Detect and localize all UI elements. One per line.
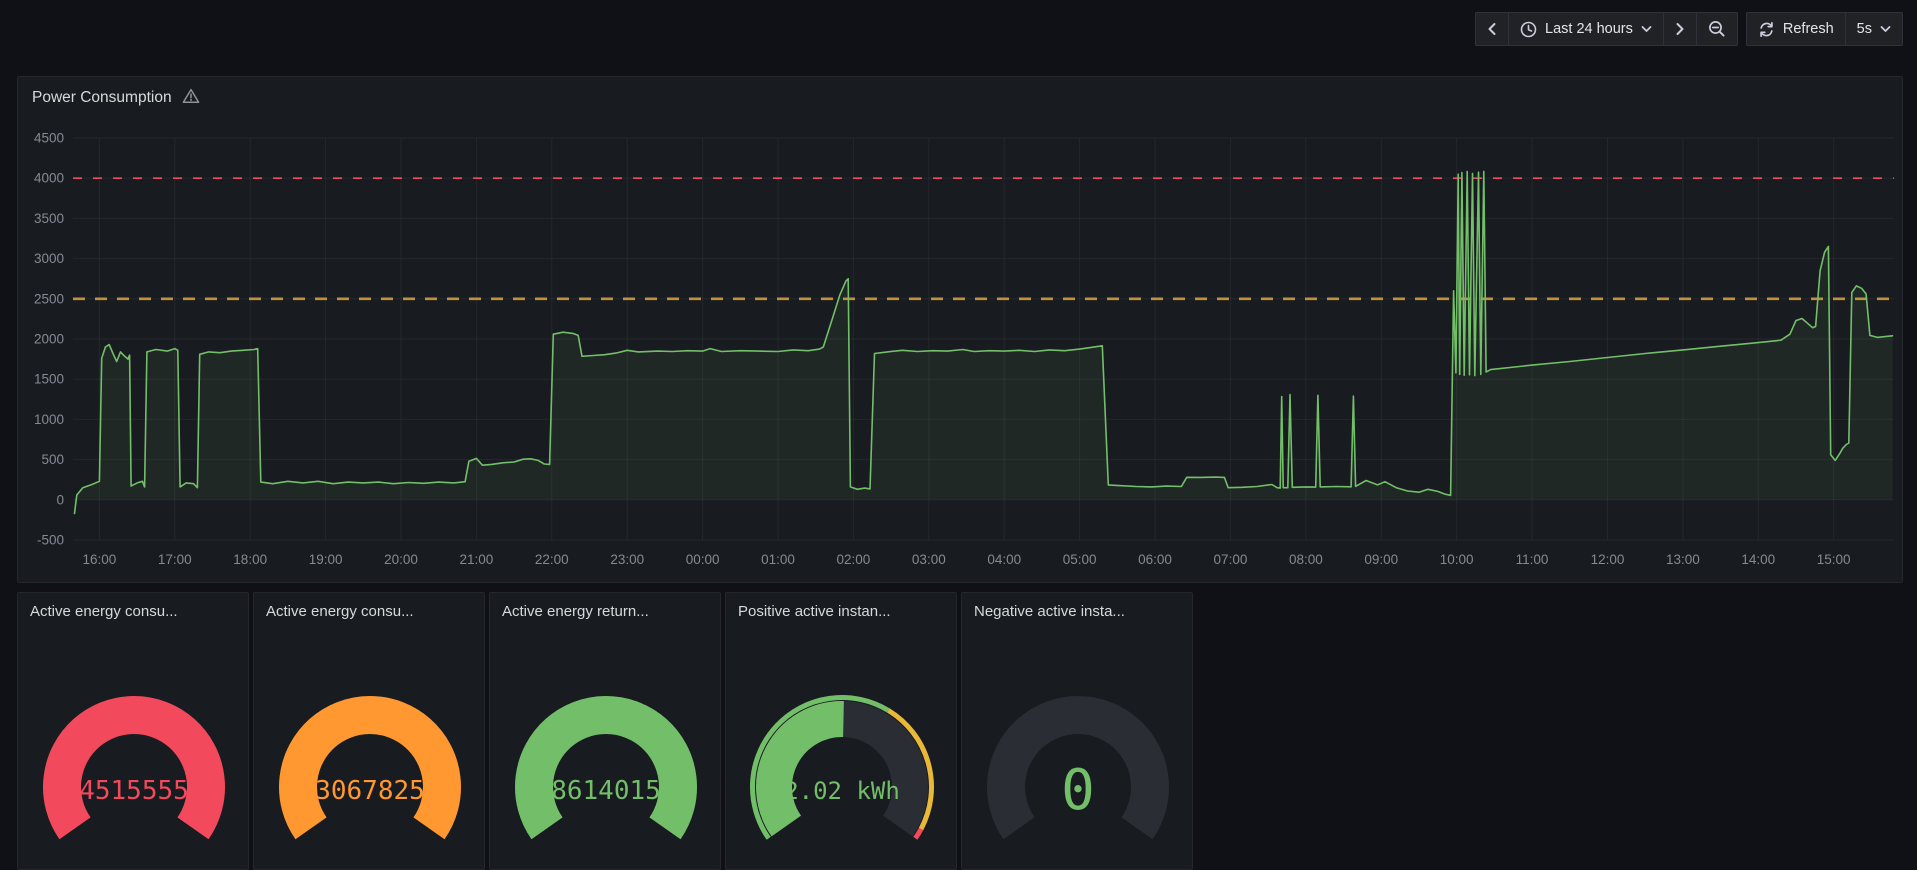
refresh-sync-icon	[1758, 21, 1775, 38]
svg-text:3500: 3500	[34, 211, 64, 226]
svg-text:4000: 4000	[34, 171, 64, 186]
svg-text:13:00: 13:00	[1666, 552, 1700, 567]
gauge-panel-title[interactable]: Positive active instan...	[726, 593, 956, 620]
gauge-panel-4: Negative active insta... 0	[961, 592, 1193, 870]
gauge-chart: 0	[987, 696, 1169, 840]
svg-text:14:00: 14:00	[1741, 552, 1775, 567]
gauge-value: 8614015	[551, 776, 661, 806]
svg-text:00:00: 00:00	[686, 552, 720, 567]
y-axis-tick-labels: 4500 4000 3500 3000 2500 2000 1500 1000 500 0 -500	[34, 131, 64, 548]
gauge-panel-2: Active energy return... 8614015	[489, 592, 721, 870]
gauge-value: 4515555	[79, 776, 189, 806]
gauge-value: 0	[1061, 758, 1095, 823]
refresh-label: Refresh	[1782, 21, 1834, 37]
svg-text:06:00: 06:00	[1138, 552, 1172, 567]
time-controls-group: Last 24 hours	[1475, 12, 1738, 46]
magnifier-minus-icon	[1708, 20, 1726, 38]
gauge-value: 2.02 kWh	[784, 777, 900, 805]
svg-text:-500: -500	[37, 533, 64, 548]
gauge-chart: 3067825	[279, 696, 461, 840]
svg-text:20:00: 20:00	[384, 552, 418, 567]
refresh-interval-label: 5s	[1856, 21, 1872, 37]
svg-text:0: 0	[56, 492, 64, 507]
gauge-bar	[43, 696, 225, 840]
gauge-panel-title[interactable]: Active energy return...	[490, 593, 720, 620]
svg-text:21:00: 21:00	[460, 552, 494, 567]
svg-text:08:00: 08:00	[1289, 552, 1323, 567]
gauge-panel-title[interactable]: Active energy consu...	[254, 593, 484, 620]
gauge-panel-3: Positive active instan... 2.02 kWh	[725, 592, 957, 870]
svg-text:01:00: 01:00	[761, 552, 795, 567]
panel-header: Power Consumption	[18, 77, 1902, 111]
x-axis-tick-labels: 16:00 17:00 18:00 19:00 20:00 21:00 22:00 23:00…	[82, 552, 1850, 567]
svg-text:07:00: 07:00	[1214, 552, 1248, 567]
dashboard-toolbar: Last 24 hours Refresh 5s	[1475, 12, 1903, 46]
gauge-value: 3067825	[315, 776, 425, 806]
time-range-label: Last 24 hours	[1545, 21, 1633, 37]
time-range-picker[interactable]: Last 24 hours	[1508, 13, 1663, 45]
power-consumption-panel: Power Consumption 4500 4000 3500 3000 2500 20…	[17, 76, 1903, 583]
chevron-down-icon	[1641, 25, 1652, 33]
svg-text:3000: 3000	[34, 251, 64, 266]
svg-text:11:00: 11:00	[1516, 552, 1549, 567]
chevron-left-icon	[1487, 22, 1497, 36]
time-shift-forward-button[interactable]	[1662, 13, 1696, 45]
clock-icon	[1520, 21, 1537, 38]
svg-text:04:00: 04:00	[987, 552, 1021, 567]
gauge-row: Active energy consu... 4515555 Active ener…	[17, 592, 1193, 870]
warning-triangle-icon[interactable]	[182, 88, 200, 109]
svg-text:10:00: 10:00	[1440, 552, 1474, 567]
series-area-fill	[74, 171, 1893, 514]
svg-text:2000: 2000	[34, 332, 64, 347]
gauge-bar	[279, 696, 461, 840]
chart-svg[interactable]: 4500 4000 3500 3000 2500 2000 1500 1000 500 0 -500…	[18, 111, 1902, 582]
svg-text:4500: 4500	[34, 131, 64, 146]
svg-text:18:00: 18:00	[233, 552, 267, 567]
svg-text:02:00: 02:00	[837, 552, 871, 567]
refresh-button[interactable]: Refresh	[1747, 13, 1845, 45]
refresh-controls-group: Refresh 5s	[1745, 12, 1903, 46]
gauge-bar	[515, 696, 697, 840]
svg-text:16:00: 16:00	[82, 552, 116, 567]
time-shift-back-button[interactable]	[1476, 13, 1508, 45]
svg-text:05:00: 05:00	[1063, 552, 1097, 567]
gauge-panel-0: Active energy consu... 4515555	[17, 592, 249, 870]
gauge-chart: 2.02 kWh	[750, 695, 934, 840]
gauge-panel-title[interactable]: Active energy consu...	[18, 593, 248, 620]
svg-text:09:00: 09:00	[1364, 552, 1398, 567]
svg-text:15:00: 15:00	[1817, 552, 1851, 567]
time-series-chart[interactable]: 4500 4000 3500 3000 2500 2000 1500 1000 500 0 -500…	[18, 111, 1902, 582]
panel-title[interactable]: Power Consumption	[32, 89, 172, 108]
gauge-panel-1: Active energy consu... 3067825	[253, 592, 485, 870]
svg-text:03:00: 03:00	[912, 552, 946, 567]
gauge-panel-title[interactable]: Negative active insta...	[962, 593, 1192, 620]
svg-text:1000: 1000	[34, 412, 64, 427]
gauge-chart: 8614015	[515, 696, 697, 840]
svg-text:23:00: 23:00	[610, 552, 644, 567]
svg-text:1500: 1500	[34, 372, 64, 387]
svg-text:19:00: 19:00	[309, 552, 343, 567]
svg-text:12:00: 12:00	[1591, 552, 1625, 567]
chevron-down-icon	[1880, 25, 1891, 33]
svg-text:2500: 2500	[34, 291, 64, 306]
svg-text:17:00: 17:00	[158, 552, 192, 567]
gauge-chart: 4515555	[43, 696, 225, 840]
chevron-right-icon	[1675, 22, 1685, 36]
gauge-bar	[756, 701, 844, 837]
zoom-out-button[interactable]	[1695, 13, 1737, 45]
svg-text:500: 500	[41, 452, 64, 467]
svg-text:22:00: 22:00	[535, 552, 569, 567]
refresh-interval-picker[interactable]: 5s	[1844, 13, 1902, 45]
